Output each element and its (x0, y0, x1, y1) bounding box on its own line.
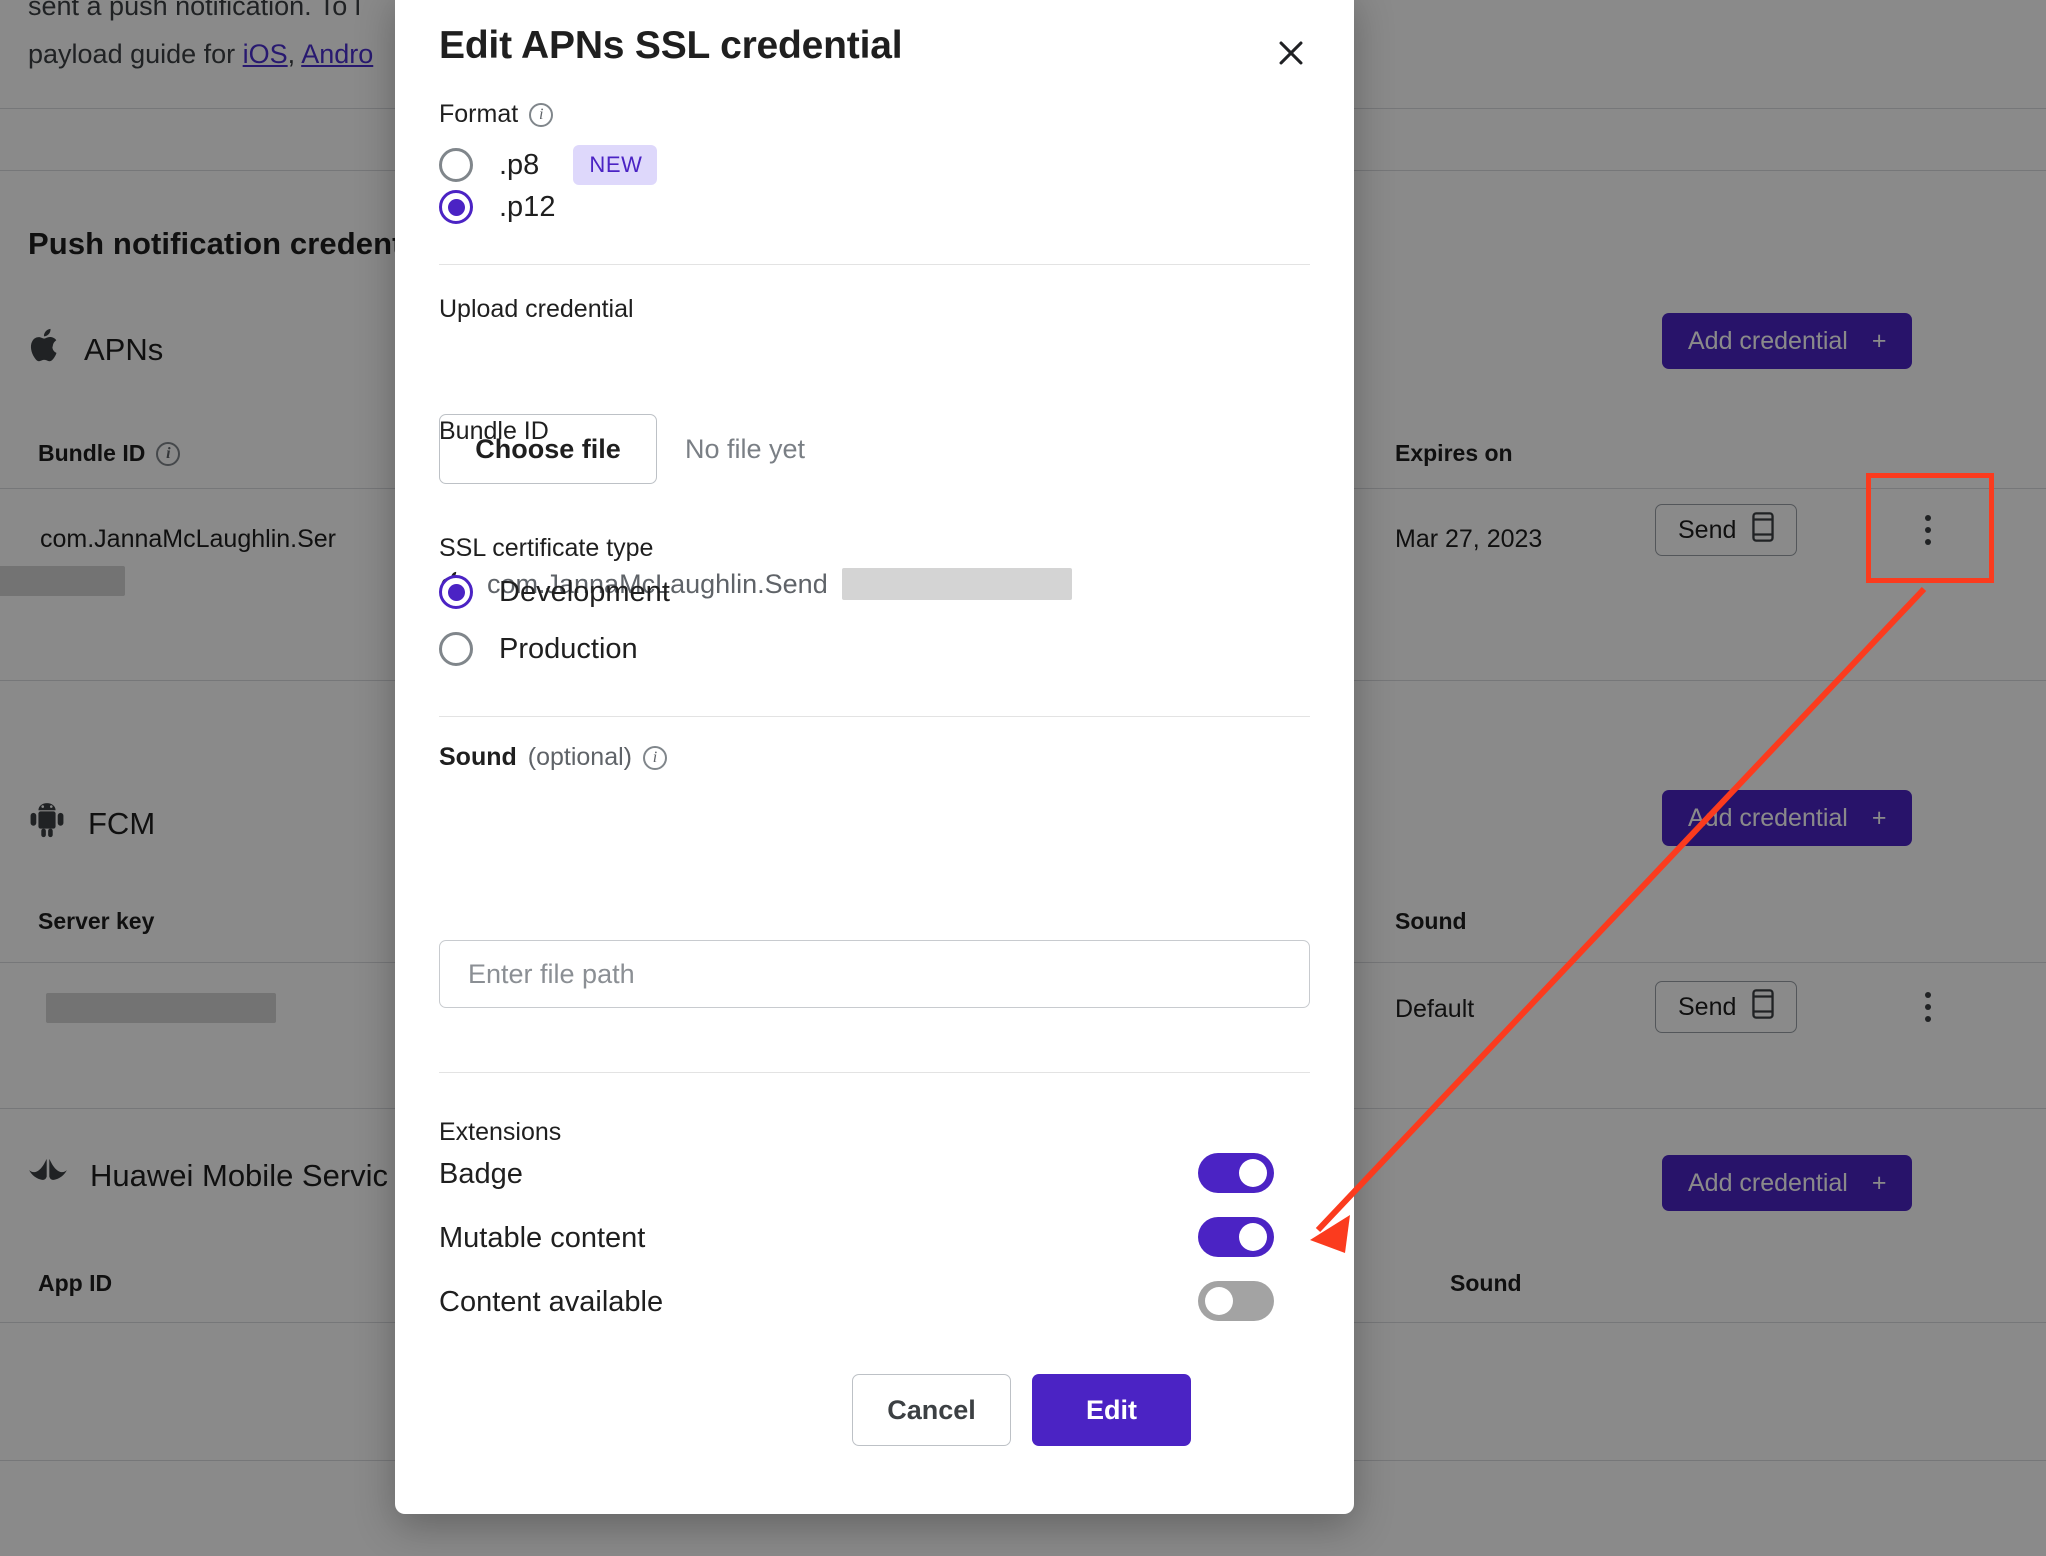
radio-label: .p12 (499, 190, 556, 223)
toggle-badge[interactable] (1198, 1153, 1274, 1193)
radio-indicator[interactable] (439, 190, 473, 224)
extension-label-mutable-content: Mutable content (439, 1222, 646, 1254)
ssl-type-label-text: SSL certificate type (439, 534, 654, 562)
bundle-id-label: Bundle ID (439, 417, 549, 446)
format-label-text: Format (439, 100, 519, 128)
dialog-title: Edit APNs SSL credential (439, 24, 903, 67)
upload-credential-label: Upload credential (439, 295, 634, 324)
cancel-button[interactable]: Cancel (852, 1374, 1011, 1446)
radio-indicator[interactable] (439, 148, 473, 182)
radio-format-p12[interactable]: .p12 (439, 190, 555, 224)
toggle-mutable-content[interactable] (1198, 1217, 1274, 1257)
file-status-text: No file yet (685, 434, 806, 464)
radio-label: Development (499, 575, 670, 608)
radio-indicator[interactable] (439, 575, 473, 609)
page-root: sent a push notification. To l payload g… (0, 0, 2046, 1556)
sound-input[interactable] (439, 940, 1310, 1008)
info-icon[interactable]: i (529, 102, 554, 127)
radio-ssl-production[interactable]: Production (439, 632, 638, 666)
sound-field-label: Sound (optional) i (439, 743, 667, 772)
divider (439, 1072, 1310, 1073)
info-icon[interactable]: i (643, 745, 667, 770)
extensions-label-text: Extensions (439, 1118, 562, 1146)
sound-label-text: Sound (439, 743, 517, 771)
divider (439, 716, 1310, 717)
radio-label: Production (499, 632, 638, 665)
extension-label-badge: Badge (439, 1158, 523, 1190)
radio-format-p8[interactable]: .p8 NEW (439, 145, 658, 185)
close-icon[interactable] (1266, 28, 1316, 78)
ssl-certificate-type-label: SSL certificate type (439, 534, 653, 563)
radio-label: .p8 (499, 148, 540, 181)
toggle-content-available[interactable] (1198, 1281, 1274, 1321)
edit-apns-ssl-credential-dialog: Edit APNs SSL credential Format i .p8 NE… (395, 0, 1354, 1514)
status-badge-new: NEW (573, 145, 658, 185)
edit-button[interactable]: Edit (1032, 1374, 1191, 1446)
sound-optional-text: (optional) (527, 743, 632, 771)
format-label: Format i (439, 100, 554, 129)
redaction-block (841, 568, 1072, 600)
extension-label-content-available: Content available (439, 1286, 664, 1318)
upload-label-text: Upload credential (439, 295, 634, 323)
divider (439, 264, 1310, 265)
radio-ssl-development[interactable]: Development (439, 575, 670, 609)
extensions-label: Extensions (439, 1118, 561, 1147)
radio-indicator[interactable] (439, 632, 473, 666)
bundle-id-label-text: Bundle ID (439, 417, 549, 445)
